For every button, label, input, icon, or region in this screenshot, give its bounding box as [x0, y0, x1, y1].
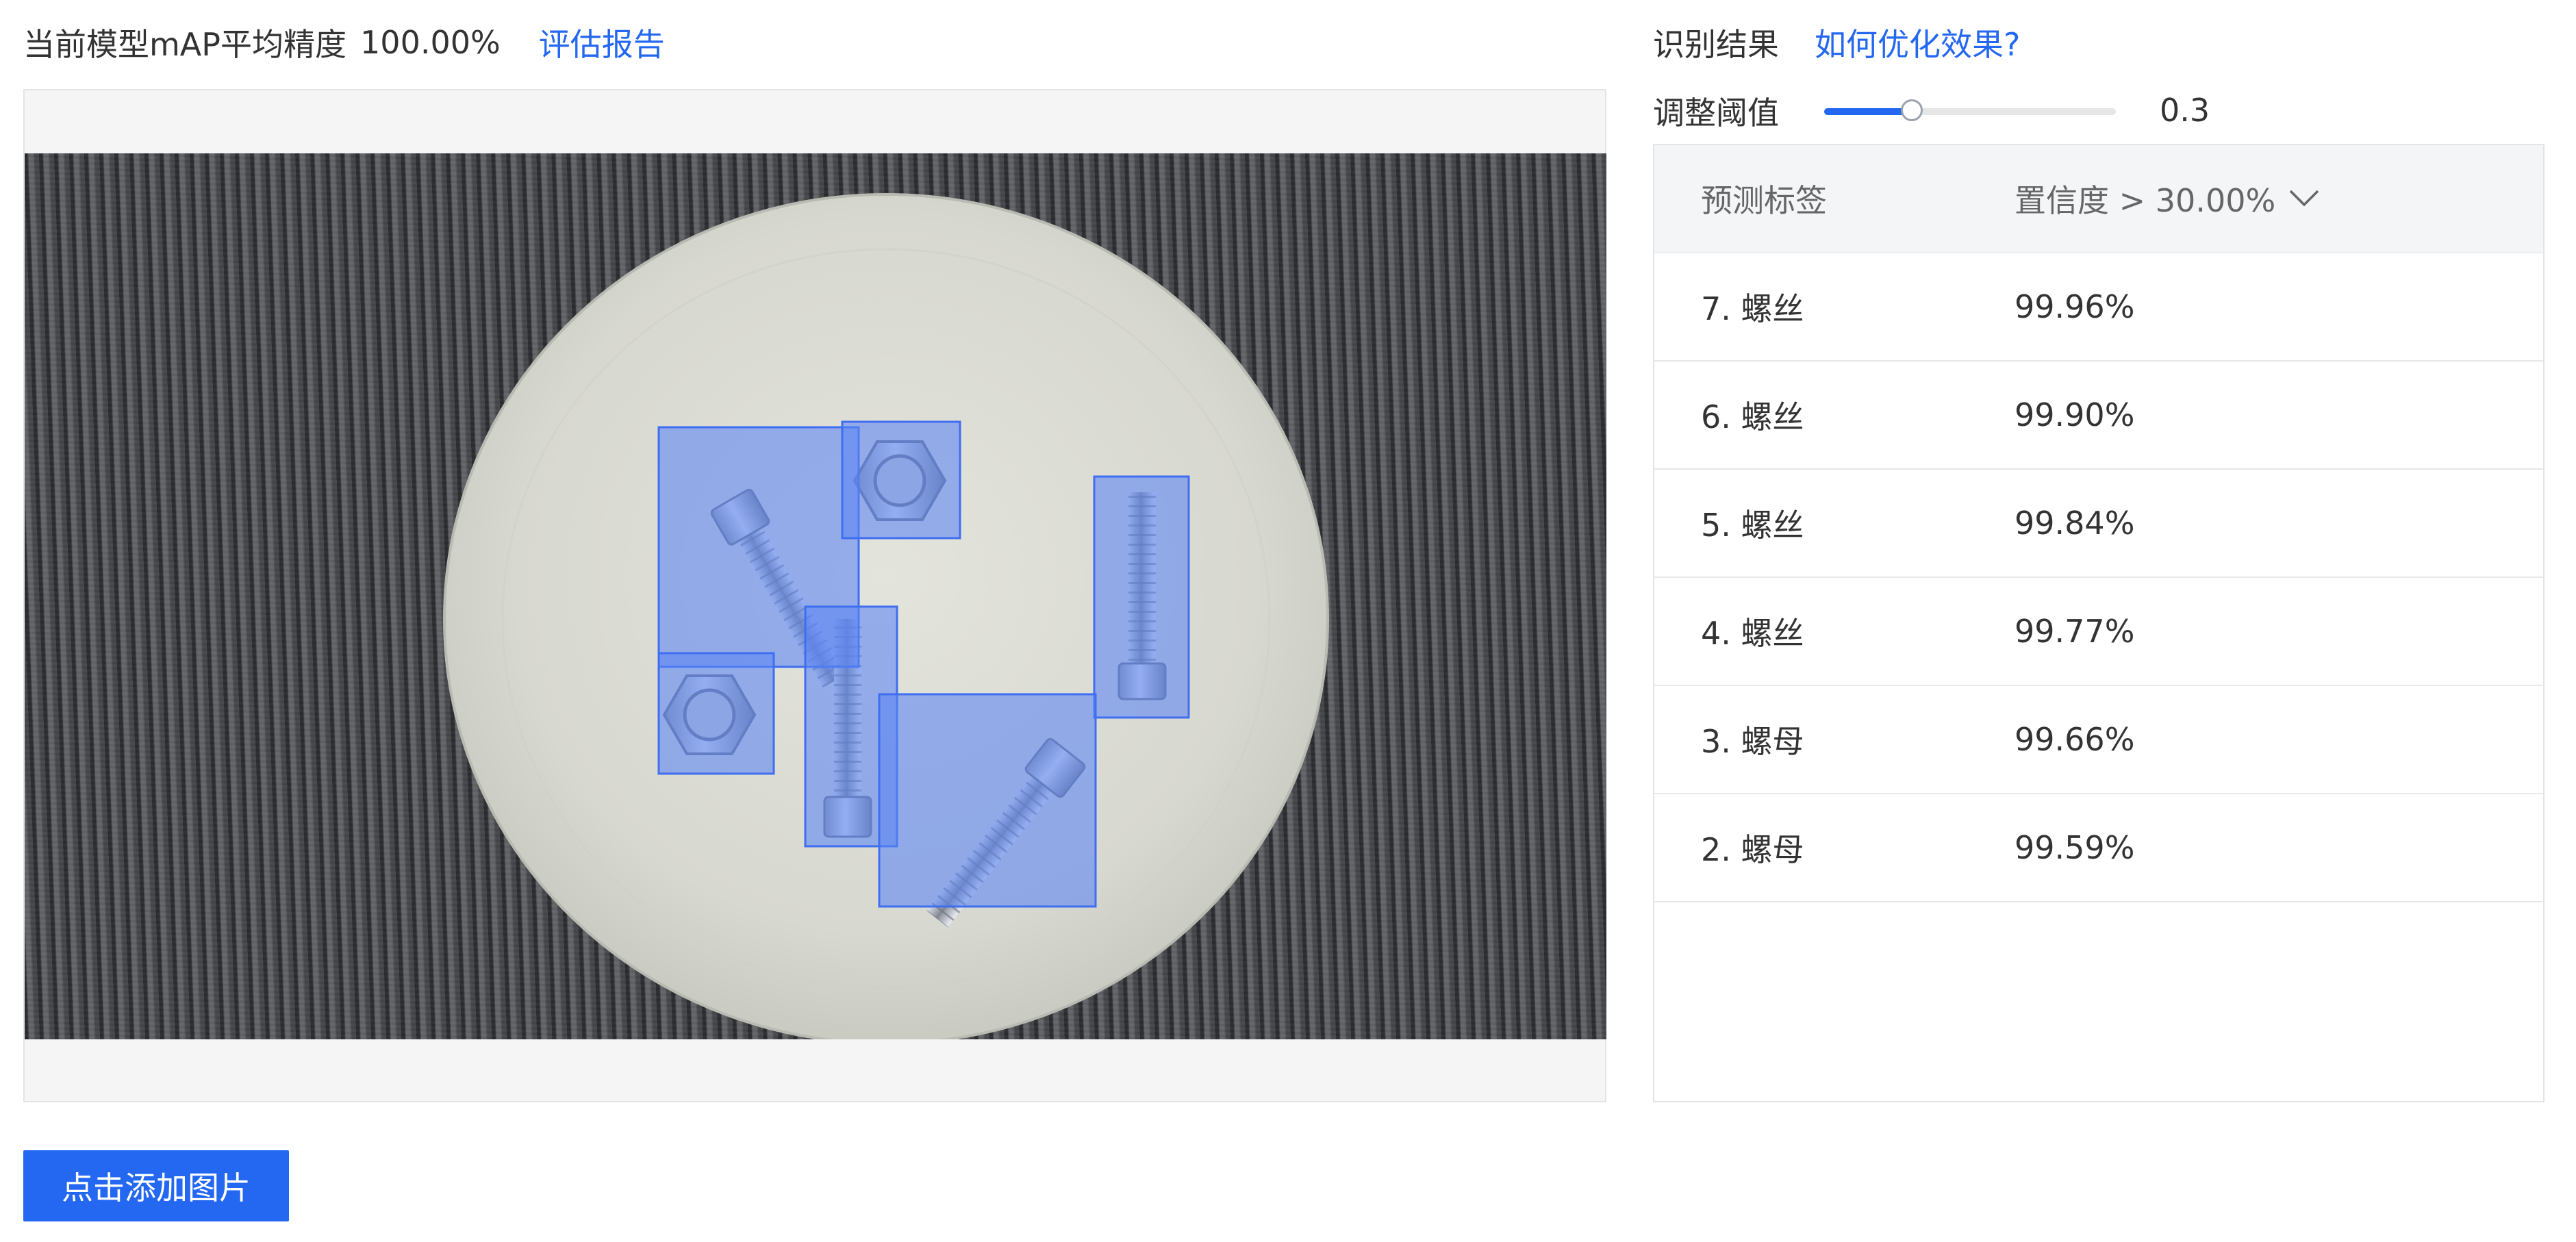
prediction-label: 7. 螺丝: [1701, 290, 1804, 327]
table-row[interactable]: 7. 螺丝 99.96%: [1654, 253, 2543, 362]
image-preview-panel: [23, 89, 1606, 1102]
app-root: 当前模型mAP平均精度 100.00% 评估报告 点击添加图片 识别结果 如何优…: [0, 0, 2576, 1242]
threshold-slider[interactable]: [1824, 99, 2116, 121]
map-summary: 当前模型mAP平均精度 100.00% 评估报告: [23, 15, 665, 70]
table-row[interactable]: 4. 螺丝 99.77%: [1654, 578, 2543, 686]
column-header-confidence: 置信度 > 30.00%: [2015, 176, 2321, 221]
prediction-label: 6. 螺丝: [1701, 398, 1804, 435]
map-value: 100.00%: [360, 24, 501, 61]
threshold-value: 0.3: [2160, 92, 2210, 129]
column-header-label: 预测标签: [1701, 182, 1827, 219]
threshold-control: 调整阈值 0.3: [1653, 84, 2242, 138]
detection-box: [878, 693, 1097, 908]
table-row[interactable]: 6. 螺丝 99.90%: [1654, 362, 2543, 470]
evaluation-report-link[interactable]: 评估报告: [539, 20, 665, 65]
table-row[interactable]: 3. 螺母 99.66%: [1654, 686, 2543, 794]
prediction-label: 5. 螺丝: [1701, 507, 1804, 544]
detection-image: [25, 153, 1606, 1039]
prediction-confidence: 99.90%: [2015, 396, 2135, 433]
detection-image-graphics: [443, 193, 1329, 1039]
prediction-label: 2. 螺母: [1701, 831, 1804, 868]
threshold-label: 调整阈值: [1653, 94, 1779, 131]
chevron-down-icon[interactable]: [2288, 188, 2321, 209]
confidence-filter-dropdown[interactable]: 置信度 > 30.00%: [2015, 176, 2321, 221]
prediction-confidence: 99.96%: [2015, 288, 2135, 325]
detection-box: [841, 420, 961, 540]
results-title: 识别结果: [1653, 26, 1779, 63]
table-row[interactable]: 2. 螺母 99.59%: [1654, 794, 2543, 902]
threshold-slider-fill: [1824, 108, 1912, 115]
detection-box: [1093, 475, 1190, 719]
detection-box: [657, 652, 775, 775]
prediction-confidence: 99.84%: [2015, 505, 2135, 542]
results-table: 预测标签 置信度 > 30.00% 7. 螺丝 99.96% 6. 螺丝 99.…: [1653, 144, 2545, 1102]
prediction-confidence: 99.66%: [2015, 721, 2135, 758]
results-header: 识别结果 如何优化效果?: [1653, 15, 2020, 70]
table-header: 预测标签 置信度 > 30.00%: [1654, 145, 2543, 253]
map-label: 当前模型mAP平均精度: [23, 26, 347, 63]
threshold-slider-handle[interactable]: [1900, 99, 1923, 121]
optimize-help-link[interactable]: 如何优化效果?: [1815, 20, 2020, 65]
prediction-label: 3. 螺母: [1701, 723, 1804, 760]
confidence-filter-label: 置信度 > 30.00%: [2015, 182, 2276, 219]
add-image-button[interactable]: 点击添加图片: [23, 1150, 289, 1221]
prediction-confidence: 99.77%: [2015, 613, 2135, 650]
prediction-confidence: 99.59%: [2015, 829, 2135, 866]
table-row[interactable]: 5. 螺丝 99.84%: [1654, 470, 2543, 578]
prediction-label: 4. 螺丝: [1701, 615, 1804, 652]
